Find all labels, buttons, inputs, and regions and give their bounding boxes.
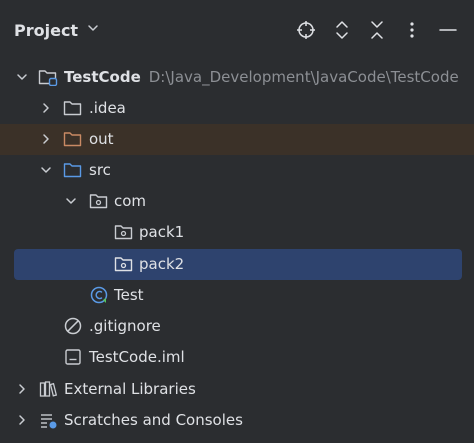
module-folder-icon [38,68,58,86]
package-icon [114,223,134,241]
tree-item-label: pack2 [139,255,185,273]
tree-item-label: TestCode D:\Java_Development\JavaCode\Tes… [64,68,459,86]
package-icon [114,255,134,273]
scratches-icon [38,411,58,429]
collapse-all-icon[interactable] [364,17,390,43]
tree-item-label: TestCode.iml [89,348,185,366]
tree-item-idea[interactable]: .idea [0,93,474,124]
excluded-folder-icon [63,130,83,148]
tree-item-label: .idea [89,99,126,117]
project-view-selector[interactable]: Project [14,17,100,43]
project-tool-window-header: Project [0,0,474,60]
tree-item-gitignore[interactable]: .gitignore [0,311,474,342]
tree-item-scratches[interactable]: Scratches and Consoles [0,405,474,436]
tree-item-label: out [89,130,114,148]
chevron-down-icon[interactable] [14,69,30,85]
tree-item-root[interactable]: TestCode D:\Java_Development\JavaCode\Tes… [0,62,474,93]
tree-item-label: Scratches and Consoles [64,411,243,429]
tree-item-external-libraries[interactable]: External Libraries [0,374,474,405]
tree-item-label: pack1 [139,223,185,241]
tree-item-label: com [114,192,147,210]
minimize-icon[interactable] [435,17,461,43]
libraries-icon [38,380,58,398]
chevron-right-icon[interactable] [38,100,54,116]
folder-icon [63,99,83,117]
java-class-icon [89,286,109,304]
tree-item-com[interactable]: com [0,186,474,217]
tree-item-label: .gitignore [89,317,161,335]
tree-item-label: External Libraries [64,380,196,398]
tree-item-iml[interactable]: TestCode.iml [0,342,474,373]
tree-item-pack1[interactable]: pack1 [0,217,474,248]
tree-item-test[interactable]: Test [0,280,474,311]
tree-item-src[interactable]: src [0,155,474,186]
module-path: D:\Java_Development\JavaCode\TestCode [148,68,459,86]
tree-item-label: Test [114,286,144,304]
source-folder-icon [63,161,83,179]
more-options-icon[interactable] [399,17,425,43]
chevron-right-icon[interactable] [14,412,30,428]
chevron-right-icon[interactable] [14,381,30,397]
panel-title: Project [14,20,79,40]
tree-item-out[interactable]: out [0,124,474,155]
chevron-down-icon[interactable] [38,162,54,178]
ignored-file-icon [63,317,83,335]
chevron-down-icon [86,21,100,39]
tree-item-label: src [89,161,111,179]
tree-item-pack2[interactable]: pack2 [14,249,462,280]
chevron-down-icon[interactable] [63,193,79,209]
locate-target-icon[interactable] [293,17,319,43]
expand-all-icon[interactable] [329,17,355,43]
chevron-right-icon[interactable] [38,131,54,147]
package-icon [89,192,109,210]
module-file-icon [63,348,83,366]
